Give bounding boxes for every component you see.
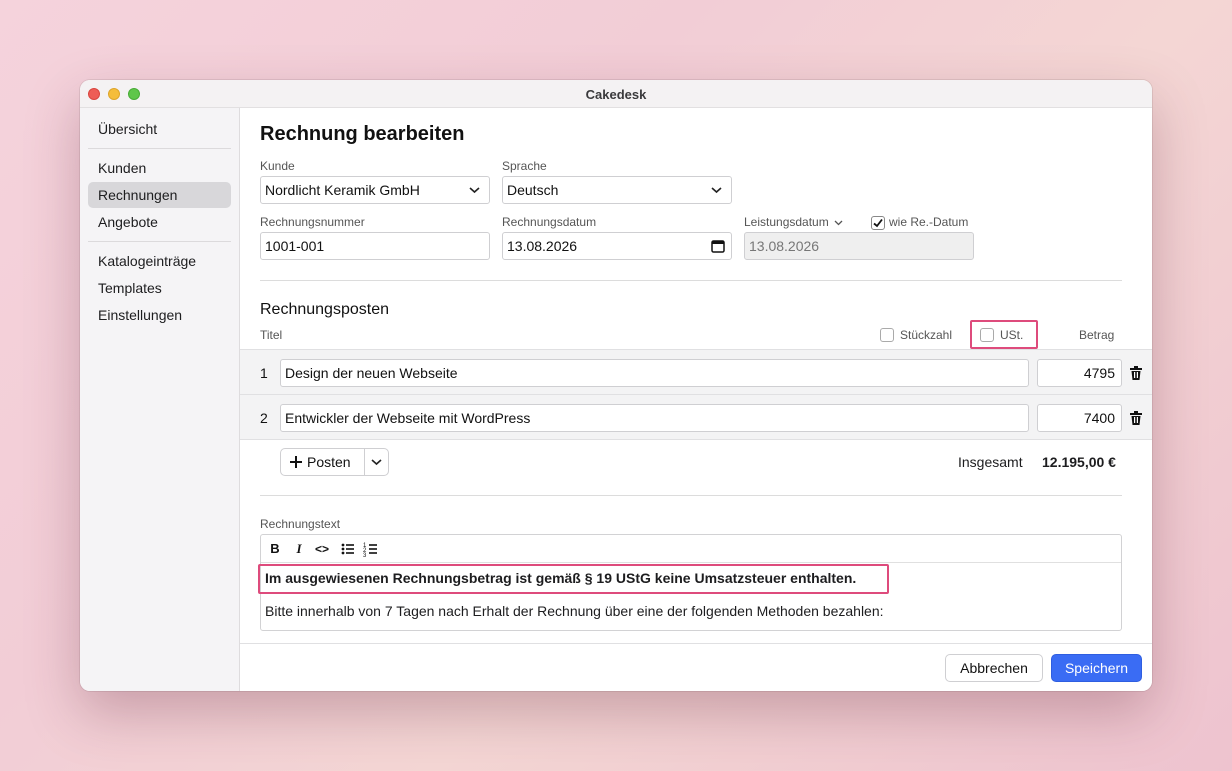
sidebar-divider xyxy=(88,148,231,149)
sprache-label: Sprache xyxy=(502,159,547,173)
plus-icon xyxy=(290,456,302,468)
text-highlight-box xyxy=(258,564,889,594)
table-row: 2 Entwickler der Webseite mit WordPress … xyxy=(240,394,1152,440)
save-button[interactable]: Speichern xyxy=(1051,654,1142,682)
rechnungsnummer-value: 1001-001 xyxy=(265,238,325,254)
posten-title-input[interactable]: Design der neuen Webseite xyxy=(280,359,1029,387)
window-title: Cakedesk xyxy=(585,87,647,102)
sidebar-item-katalogeintraege[interactable]: Katalogeinträge xyxy=(88,248,231,274)
sidebar-item-rechnungen[interactable]: Rechnungen xyxy=(88,182,231,208)
col-titel-header: Titel xyxy=(260,328,283,342)
rechnungsnummer-input[interactable]: 1001-001 xyxy=(260,232,490,260)
chevron-down-icon xyxy=(469,187,480,194)
table-bottom-border xyxy=(240,439,1152,440)
posten-amount-value: 4795 xyxy=(1083,365,1115,381)
bold-button[interactable]: B xyxy=(266,540,284,558)
chevron-down-icon xyxy=(711,187,722,194)
kunde-label: Kunde xyxy=(260,159,295,173)
posten-amount-value: 7400 xyxy=(1083,410,1115,426)
trash-icon[interactable] xyxy=(1130,411,1142,425)
chevron-down-icon[interactable] xyxy=(371,458,382,466)
trash-icon[interactable] xyxy=(1130,366,1142,380)
total-label: Insgesamt xyxy=(958,454,1023,470)
wie-re-datum-checkbox[interactable] xyxy=(871,216,885,230)
app-window: Cakedesk Übersicht Kunden Rechnungen Ang… xyxy=(80,80,1152,691)
rechnungsdatum-label: Rechnungsdatum xyxy=(502,215,597,229)
sidebar-item-einstellungen[interactable]: Einstellungen xyxy=(88,302,231,328)
posten-amount-input[interactable]: 7400 xyxy=(1037,404,1122,432)
cancel-button[interactable]: Abbrechen xyxy=(945,654,1043,682)
wie-re-datum-label: wie Re.-Datum xyxy=(889,215,969,229)
code-button[interactable]: <> xyxy=(313,540,331,558)
sidebar: Übersicht Kunden Rechnungen Angebote Kat… xyxy=(80,108,240,691)
posten-title-value: Entwickler der Webseite mit WordPress xyxy=(285,410,531,426)
posten-title: Rechnungsposten xyxy=(260,301,389,318)
rechnungsdatum-input[interactable]: 13.08.2026 xyxy=(502,232,732,260)
sprache-value: Deutsch xyxy=(507,182,559,198)
add-posten-label: Posten xyxy=(307,454,351,470)
sidebar-item-angebote[interactable]: Angebote xyxy=(88,209,231,235)
add-posten-button[interactable]: Posten xyxy=(281,449,365,475)
divider xyxy=(260,495,1122,496)
svg-text:3: 3 xyxy=(363,553,367,558)
footer-divider xyxy=(240,643,1152,644)
leistungsdatum-label: Leistungsdatum xyxy=(744,215,829,229)
sprache-select[interactable]: Deutsch xyxy=(502,176,732,204)
sidebar-item-templates[interactable]: Templates xyxy=(88,275,231,301)
leistungsdatum-dropdown[interactable]: Leistungsdatum xyxy=(744,215,843,229)
rechnungstext-label: Rechnungstext xyxy=(260,517,341,531)
posten-title-value: Design der neuen Webseite xyxy=(285,365,458,381)
col-stueckzahl-header: Stückzahl xyxy=(900,328,953,342)
col-betrag-header: Betrag xyxy=(1079,328,1115,342)
editor-toolbar: B I <> 1 2 3 xyxy=(261,535,1121,563)
row-number: 1 xyxy=(260,365,268,381)
leistungsdatum-input: 13.08.2026 xyxy=(744,232,974,260)
page-title: Rechnung bearbeiten xyxy=(260,123,465,145)
title-bar: Cakedesk xyxy=(80,80,1152,108)
ust-checkbox[interactable] xyxy=(980,328,994,342)
bullet-list-icon[interactable] xyxy=(339,540,357,558)
numbered-list-icon[interactable]: 1 2 3 xyxy=(362,540,380,558)
italic-button[interactable]: I xyxy=(290,540,308,558)
leistungsdatum-value: 13.08.2026 xyxy=(749,238,820,254)
row-number: 2 xyxy=(260,410,268,426)
posten-title-input[interactable]: Entwickler der Webseite mit WordPress xyxy=(280,404,1029,432)
stueckzahl-checkbox[interactable] xyxy=(880,328,894,342)
divider xyxy=(260,280,1122,281)
main-content: Rechnung bearbeiten Kunde Nordlicht Kera… xyxy=(240,108,1152,691)
total-value: 12.195,00 € xyxy=(1042,454,1116,470)
chevron-down-icon xyxy=(834,220,843,226)
table-row: 1 Design der neuen Webseite 4795 xyxy=(240,349,1152,395)
calendar-icon[interactable] xyxy=(711,239,725,253)
kunde-select[interactable]: Nordlicht Keramik GmbH xyxy=(260,176,490,204)
posten-amount-input[interactable]: 4795 xyxy=(1037,359,1122,387)
col-ust-header: USt. xyxy=(1000,328,1024,342)
sidebar-divider xyxy=(88,241,231,242)
sidebar-item-uebersicht[interactable]: Übersicht xyxy=(88,116,231,142)
kunde-value: Nordlicht Keramik GmbH xyxy=(265,182,420,198)
checkmark-icon xyxy=(873,218,883,228)
sidebar-item-kunden[interactable]: Kunden xyxy=(88,155,231,181)
rechnungsdatum-value: 13.08.2026 xyxy=(507,238,578,254)
rechnungstext-line2: Bitte innerhalb von 7 Tagen nach Erhalt … xyxy=(265,603,884,619)
rechnungsnummer-label: Rechnungsnummer xyxy=(260,215,365,229)
add-posten-button-group: Posten xyxy=(280,448,389,476)
